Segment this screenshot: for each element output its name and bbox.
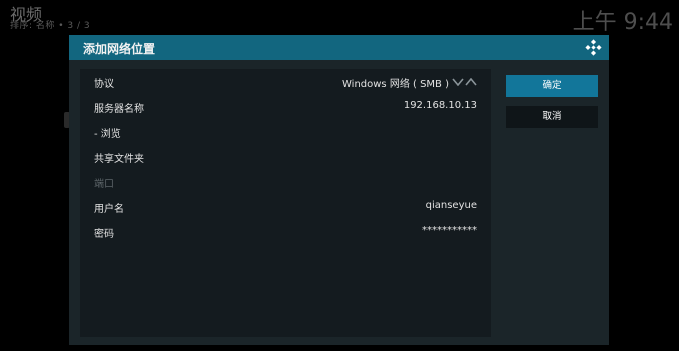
password-label: 密码	[94, 229, 114, 240]
cancel-button[interactable]: 取消	[506, 106, 598, 128]
protocol-label: 协议	[94, 79, 114, 90]
password-row[interactable]: 密码 ***********	[80, 219, 491, 244]
ok-button[interactable]: 确定	[506, 75, 598, 97]
spin-arrows-icon[interactable]	[452, 78, 478, 86]
protocol-row[interactable]: 协议 Windows 网络 ( SMB )	[80, 69, 491, 94]
port-label: 端口	[94, 179, 114, 190]
clock: 上午 9:44	[572, 10, 673, 35]
dialog-header: 添加网络位置	[69, 35, 609, 60]
server-name-row[interactable]: 服务器名称 192.168.10.13	[80, 94, 491, 119]
sort-status: 排序: 名称 • 3 / 3	[10, 21, 91, 31]
username-row[interactable]: 用户名 qianseyue	[80, 194, 491, 219]
dialog-title: 添加网络位置	[83, 42, 156, 56]
add-network-location-dialog: 添加网络位置 协议 Windows 网络 ( SMB ) 服务器名称 192.1…	[69, 35, 609, 345]
username-value: qianseyue	[425, 200, 477, 211]
kodi-logo-icon	[585, 39, 602, 56]
settings-list: 协议 Windows 网络 ( SMB ) 服务器名称 192.168.10.1…	[80, 69, 491, 337]
protocol-value: Windows 网络 ( SMB )	[342, 79, 449, 90]
browse-row[interactable]: - 浏览	[80, 119, 491, 144]
browse-label: - 浏览	[94, 129, 121, 140]
shared-folder-row[interactable]: 共享文件夹	[80, 144, 491, 169]
server-name-label: 服务器名称	[94, 104, 144, 115]
shared-folder-label: 共享文件夹	[94, 154, 144, 165]
password-value: ***********	[422, 225, 477, 236]
username-label: 用户名	[94, 204, 124, 215]
server-name-value: 192.168.10.13	[403, 100, 477, 111]
port-row: 端口	[80, 169, 491, 194]
